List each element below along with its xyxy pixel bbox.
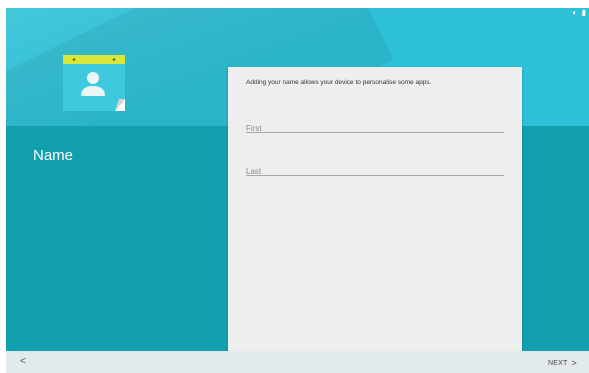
name-form-card: Adding your name allows your device to p… <box>228 67 522 351</box>
chevron-right-icon: > <box>571 358 577 368</box>
first-name-field[interactable] <box>246 118 504 133</box>
status-icons: ◐ ▮ <box>572 8 587 17</box>
last-name-input[interactable] <box>246 167 504 176</box>
page-title: Name <box>33 147 74 164</box>
contact-card-icon <box>63 55 125 111</box>
back-button[interactable]: < <box>20 356 26 367</box>
next-label: NEXT <box>548 360 568 367</box>
form-description: Adding your name allows your device to p… <box>246 79 432 86</box>
last-name-field[interactable] <box>246 161 504 176</box>
setup-screen: ◐ ▮ Name Adding your name allows your de… <box>6 8 589 373</box>
first-name-input[interactable] <box>246 124 504 133</box>
bottom-navigation-bar: < NEXT > <box>6 351 589 373</box>
next-button[interactable]: NEXT > <box>548 358 577 368</box>
